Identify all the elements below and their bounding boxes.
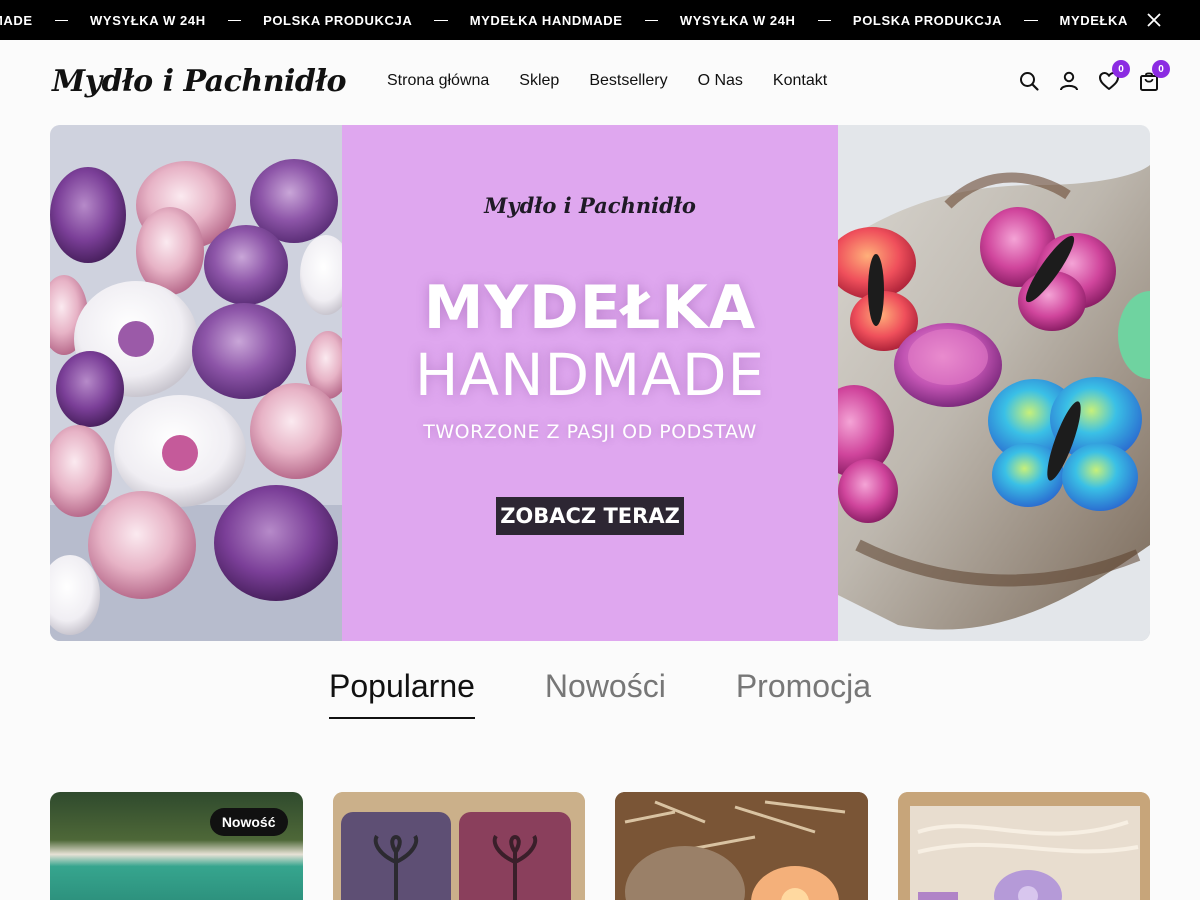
main-nav: Strona główna Sklep Bestsellery O Nas Ko… [387, 72, 827, 90]
announcement-separator [227, 19, 242, 21]
hero-text-panel: Mydło i Pachnidło MYDEŁKA HANDMADE TWORZ… [342, 125, 838, 641]
nav-item-contact[interactable]: Kontakt [773, 72, 827, 90]
hero-image-butterfly-soaps [838, 125, 1150, 641]
announcement-separator [644, 19, 658, 21]
gift-box-soaps-image [615, 792, 868, 900]
announcement-item: MYDEŁKA HANDMADE [469, 12, 623, 28]
product-grid: Nowość [50, 792, 1150, 900]
nav-item-shop[interactable]: Sklep [519, 72, 559, 90]
nav-item-about[interactable]: O Nas [698, 72, 743, 90]
hero-title-line2: HANDMADE [414, 341, 766, 409]
tab-promo[interactable]: Promocja [736, 668, 871, 717]
product-card[interactable] [615, 792, 868, 900]
announcement-separator [54, 19, 69, 21]
product-tabs: Popularne Nowości Promocja [0, 668, 1200, 719]
search-icon[interactable] [1018, 70, 1040, 92]
hero-subtitle: TWORZONE Z PASJI OD PODSTAW [423, 421, 757, 443]
nav-item-bestsellers[interactable]: Bestsellery [589, 72, 667, 90]
announcement-item: POLSKA PRODUKCJA [852, 12, 1003, 28]
nav-item-home[interactable]: Strona główna [387, 72, 489, 90]
tree-soaps-image [332, 792, 585, 900]
wishlist-count-badge: 0 [1112, 60, 1130, 78]
announcement-item: MADE [0, 12, 33, 28]
product-card[interactable]: Nowość [50, 792, 303, 900]
announcement-marquee: MADE WYSYŁKA W 24H POLSKA PRODUKCJA MYDE… [0, 0, 1128, 40]
tab-popular[interactable]: Popularne [329, 668, 475, 719]
header-actions: 0 0 [1018, 60, 1170, 92]
cart-count-badge: 0 [1152, 60, 1170, 78]
butterfly-soaps-illustration [838, 125, 1150, 641]
announcement-item: POLSKA PRODUKCJA [263, 12, 413, 28]
hero-banner[interactable]: Mydło i Pachnidło MYDEŁKA HANDMADE TWORZ… [50, 125, 1150, 641]
box-soaps-image [897, 792, 1150, 900]
user-icon[interactable] [1058, 70, 1080, 92]
announcement-separator [1024, 19, 1038, 21]
heart-icon[interactable]: 0 [1098, 60, 1130, 92]
site-logo[interactable]: Mydło i Pachnidło [52, 64, 346, 99]
hero-title-line1: MYDEŁKA [423, 273, 757, 343]
announcement-bar: MADE WYSYŁKA W 24H POLSKA PRODUKCJA MYDE… [0, 0, 1200, 40]
close-icon[interactable] [1146, 12, 1162, 28]
site-header: Mydło i Pachnidło Strona główna Sklep Be… [0, 40, 1200, 124]
announcement-separator [434, 19, 448, 21]
product-card[interactable] [332, 792, 585, 900]
bag-icon[interactable]: 0 [1138, 60, 1170, 92]
hero-image-flower-soaps [50, 125, 342, 641]
tab-new[interactable]: Nowości [545, 668, 666, 717]
announcement-separator [817, 19, 831, 21]
flower-soaps-illustration [50, 125, 342, 641]
announcement-item: WYSYŁKA W 24H [90, 12, 206, 28]
hero-cta-button[interactable]: ZOBACZ TERAZ [496, 497, 684, 535]
new-badge: Nowość [209, 808, 288, 836]
hero-brand-logo: Mydło i Pachnidło [484, 193, 696, 218]
announcement-item: WYSYŁKA W 24H [679, 12, 796, 28]
announcement-item: MYDEŁKA [1059, 12, 1128, 28]
product-card[interactable] [897, 792, 1150, 900]
